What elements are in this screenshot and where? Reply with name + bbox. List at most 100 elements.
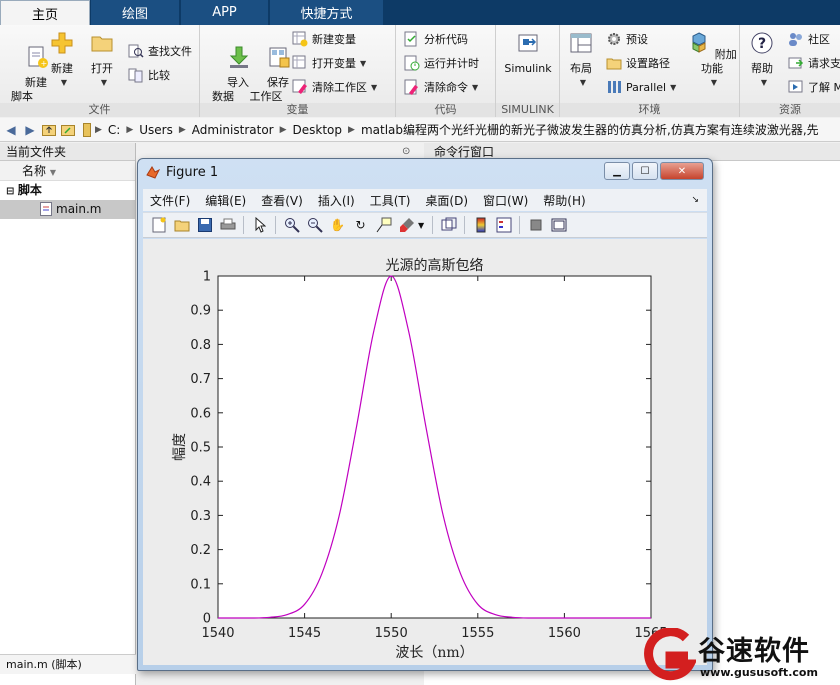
open-button[interactable]: 打开 ▼ bbox=[86, 29, 118, 90]
print-icon[interactable] bbox=[220, 217, 236, 233]
clear-commands-icon bbox=[404, 79, 418, 95]
tree-group-scripts[interactable]: ⊟ 脚本 bbox=[0, 181, 135, 200]
figure-title: Figure 1 bbox=[166, 165, 219, 180]
menu-help[interactable]: 帮助(H) bbox=[543, 192, 585, 209]
colorbar-icon[interactable] bbox=[473, 217, 489, 233]
back-arrow-icon[interactable]: ◀ bbox=[3, 122, 19, 138]
x-axis-label: 波长（nm） bbox=[395, 645, 473, 661]
zoom-in-icon[interactable] bbox=[284, 217, 300, 233]
current-folder-title: 当前文件夹 bbox=[0, 143, 135, 161]
group-label-resources: 资源 bbox=[740, 103, 840, 117]
learn-matlab-button[interactable]: 了解 M bbox=[788, 77, 840, 97]
y-tick-label: 0.6 bbox=[190, 406, 211, 421]
parallel-button[interactable]: Parallel ▼ bbox=[606, 77, 676, 97]
panel-options-icon[interactable]: ⊙ bbox=[402, 146, 410, 157]
rotate-3d-icon[interactable]: ↻ bbox=[353, 217, 369, 233]
breadcrumb-item[interactable]: Users bbox=[139, 123, 173, 137]
close-button[interactable]: ✕ bbox=[660, 162, 704, 180]
set-path-icon bbox=[606, 58, 622, 70]
menu-insert[interactable]: 插入(I) bbox=[318, 192, 355, 209]
show-plot-tools-icon[interactable] bbox=[551, 217, 567, 233]
browse-folder-icon[interactable] bbox=[60, 122, 76, 138]
file-details-status: main.m (脚本) bbox=[0, 654, 136, 674]
tab-apps[interactable]: APP bbox=[181, 0, 269, 25]
new-figure-icon[interactable] bbox=[151, 217, 167, 233]
brush-icon[interactable] bbox=[399, 217, 415, 233]
ribbon-group-simulink: Simulink SIMULINK bbox=[496, 25, 560, 117]
watermark-logo: 谷速软件 www.gususoft.com bbox=[640, 626, 840, 685]
add-ons-button[interactable]: 附加功能 ▼ bbox=[686, 29, 738, 90]
request-support-button[interactable]: 请求支 bbox=[788, 53, 840, 73]
save-icon[interactable] bbox=[197, 217, 213, 233]
run-and-time-button[interactable]: 运行并计时 bbox=[404, 53, 479, 73]
clear-commands-button[interactable]: 清除命令 ▼ bbox=[404, 77, 478, 97]
zoom-out-icon[interactable] bbox=[307, 217, 323, 233]
link-plot-icon[interactable] bbox=[441, 217, 457, 233]
tab-plots[interactable]: 绘图 bbox=[91, 0, 180, 25]
x-tick-label: 1560 bbox=[548, 626, 581, 641]
open-variable-button[interactable]: 打开变量 ▼ bbox=[292, 53, 366, 73]
data-cursor-icon[interactable] bbox=[376, 217, 392, 233]
menu-desktop[interactable]: 桌面(D) bbox=[425, 192, 468, 209]
figure-canvas[interactable]: 光源的高斯包络 波长（nm） 幅度 1540 1545 1550 1555 1560 15… bbox=[143, 239, 707, 665]
compare-button[interactable]: 比较 bbox=[128, 65, 170, 85]
x-tick-label: 1545 bbox=[288, 626, 321, 641]
list-item[interactable]: main.m bbox=[0, 200, 135, 219]
breadcrumb-separator: ▶ bbox=[126, 124, 134, 135]
simulink-label: Simulink bbox=[504, 62, 552, 75]
figure-menu-bar: 文件(F) 编辑(E) 查看(V) 插入(I) 工具(T) 桌面(D) 窗口(W… bbox=[143, 189, 707, 211]
menu-tools[interactable]: 工具(T) bbox=[370, 192, 411, 209]
toolbar-separator bbox=[464, 216, 466, 234]
edit-plot-arrow-icon[interactable] bbox=[252, 217, 268, 233]
svg-text:?: ? bbox=[758, 36, 766, 52]
learn-icon bbox=[788, 80, 803, 93]
menu-window[interactable]: 窗口(W) bbox=[483, 192, 528, 209]
find-files-icon bbox=[128, 44, 144, 58]
group-label-code: 代码 bbox=[396, 103, 495, 117]
figure-toolbar: ✋ ↻ ▼ bbox=[143, 212, 707, 238]
pan-hand-icon[interactable]: ✋ bbox=[330, 217, 346, 233]
find-files-button[interactable]: 查找文件 bbox=[128, 41, 192, 61]
preferences-label: 预设 bbox=[626, 33, 648, 46]
hide-plot-tools-icon[interactable] bbox=[528, 217, 544, 233]
new-variable-button[interactable]: 新建变量 bbox=[292, 29, 356, 49]
up-folder-icon[interactable] bbox=[41, 122, 57, 138]
menu-file[interactable]: 文件(F) bbox=[150, 192, 190, 209]
open-file-icon[interactable] bbox=[174, 217, 190, 233]
gaussian-envelope-chart[interactable]: 光源的高斯包络 波长（nm） 幅度 1540 1545 1550 1555 1560 15… bbox=[143, 239, 707, 665]
preferences-button[interactable]: 预设 bbox=[606, 29, 648, 49]
layout-button[interactable]: 布局 ▼ bbox=[564, 29, 598, 90]
breadcrumb-item[interactable]: Administrator bbox=[192, 123, 274, 137]
menu-edit[interactable]: 编辑(E) bbox=[205, 192, 246, 209]
analyze-code-button[interactable]: 分析代码 bbox=[404, 29, 468, 49]
maximize-button[interactable]: ☐ bbox=[632, 162, 658, 180]
import-data-label: 导入 数据 bbox=[212, 76, 249, 103]
chevron-down-icon[interactable]: ▼ bbox=[418, 221, 424, 230]
legend-icon[interactable] bbox=[496, 217, 512, 233]
set-path-button[interactable]: 设置路径 bbox=[606, 53, 670, 73]
new-button[interactable]: 新建 ▼ bbox=[46, 29, 78, 90]
new-variable-label: 新建变量 bbox=[312, 33, 356, 46]
community-button[interactable]: 社区 bbox=[788, 29, 830, 49]
menu-view[interactable]: 查看(V) bbox=[261, 192, 303, 209]
column-header-name[interactable]: 名称 ▼ bbox=[0, 161, 135, 181]
y-tick-label: 0 bbox=[203, 612, 211, 627]
simulink-icon bbox=[518, 34, 538, 52]
forward-arrow-icon[interactable]: ▶ bbox=[22, 122, 38, 138]
x-tick-label: 1555 bbox=[461, 626, 494, 641]
simulink-button[interactable]: Simulink bbox=[500, 29, 556, 76]
breadcrumb-item[interactable]: Desktop bbox=[293, 123, 343, 137]
clear-workspace-button[interactable]: 清除工作区 ▼ bbox=[292, 77, 377, 97]
ribbon-group-resources: ? 帮助 ▼ 社区 请求支 了解 M 资源 bbox=[740, 25, 840, 117]
breadcrumb-item[interactable]: matlab编程两个光纤光栅的新光子微波发生器的仿真分析,仿真方案有连续波激光器… bbox=[361, 121, 819, 138]
chevron-down-icon: ▼ bbox=[360, 58, 367, 68]
tab-shortcuts[interactable]: 快捷方式 bbox=[270, 0, 384, 25]
open-variable-label: 打开变量 bbox=[312, 57, 356, 70]
help-button[interactable]: ? 帮助 ▼ bbox=[746, 29, 778, 90]
breadcrumb-drive[interactable]: C: bbox=[108, 123, 120, 137]
collapse-icon[interactable]: ⊟ bbox=[6, 186, 18, 197]
minimize-button[interactable]: ▁ bbox=[604, 162, 630, 180]
tab-home[interactable]: 主页 bbox=[0, 0, 90, 25]
dock-arrow-icon[interactable]: ↘ bbox=[691, 195, 699, 205]
help-icon: ? bbox=[751, 32, 773, 54]
